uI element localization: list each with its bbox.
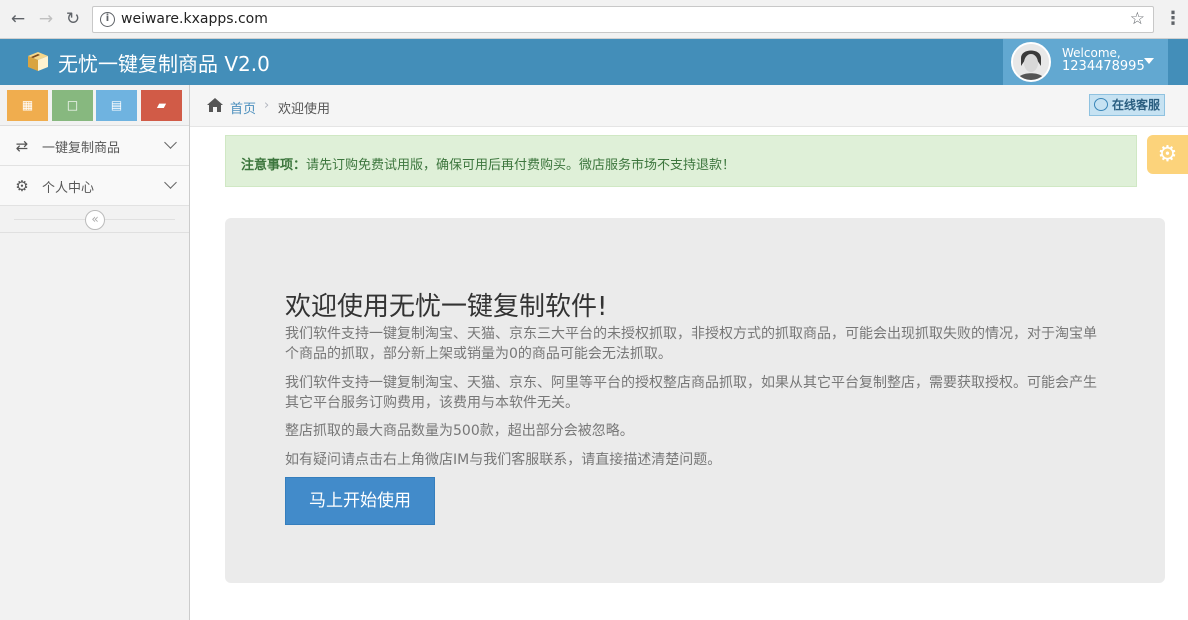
box-logo-icon: [28, 52, 48, 71]
calendar-icon[interactable]: ▦: [7, 90, 48, 121]
info-icon[interactable]: i: [100, 12, 115, 27]
book-icon[interactable]: ▰: [141, 90, 182, 121]
alert-message: 请先订购免费试用版，确保可用后再付费购买。微店服务市场不支持退款！: [306, 158, 736, 173]
welcome-paragraph: 如有疑问请点击右上角微店IM与我们客服联系，请直接描述清楚问题。: [285, 452, 722, 468]
welcome-title: 欢迎使用无忧一键复制软件!: [285, 292, 608, 322]
alert-text: 注意事项：请先订购免费试用版，确保可用后再付费购买。微店服务市场不支持退款！: [241, 154, 735, 173]
welcome-panel: 欢迎使用无忧一键复制软件! 我们软件支持一键复制淘宝、天猫、京东三大平台的未授权…: [225, 218, 1165, 583]
sidebar-item-label: 一键复制商品: [42, 141, 121, 156]
user-menu[interactable]: Welcome, 1234478995: [1003, 39, 1168, 85]
avatar: [1011, 42, 1051, 82]
sidebar-collapse-row: «: [0, 206, 189, 233]
browser-toolbar: ← → ↻ i weiware.kxapps.com ☆ ⋮: [0, 0, 1188, 39]
breadcrumb-current: 欢迎使用: [278, 102, 331, 117]
shuffle-icon: ⇄: [15, 137, 29, 155]
back-arrow-icon[interactable]: ←: [8, 9, 28, 29]
settings-gear-button[interactable]: ⚙: [1147, 135, 1188, 174]
welcome-label: Welcome,: [1062, 46, 1121, 60]
welcome-paragraph: 我们软件支持一键复制淘宝、天猫、京东、阿里等平台的授权整店商品抓取，如果从其它平…: [285, 375, 1097, 411]
forward-arrow-icon[interactable]: →: [36, 9, 56, 29]
grid-icon[interactable]: ▤: [96, 90, 137, 121]
sidebar-item-copy-products[interactable]: ⇄ 一键复制商品: [0, 126, 189, 166]
welcome-text: Welcome, 1234478995: [1062, 46, 1145, 74]
chat-icon: [1094, 98, 1108, 111]
app-header: 无忧一键复制商品 V2.0 Welcome, 1234478995: [0, 39, 1188, 85]
chevron-down-icon: [164, 136, 177, 149]
sidebar-item-personal-center[interactable]: ⚙ 个人中心: [0, 166, 189, 206]
sidebar-item-label: 个人中心: [42, 181, 95, 196]
home-icon: [207, 98, 223, 112]
user-id: 1234478995: [1062, 59, 1145, 74]
welcome-paragraph: 整店抓取的最大商品数量为500款，超出部分会被忽略。: [285, 423, 634, 439]
chevron-down-icon: [164, 176, 177, 189]
sidebar-shortcuts: ▦ □ ▤ ▰: [0, 85, 189, 126]
welcome-paragraph: 我们软件支持一键复制淘宝、天猫、京东三大平台的未授权抓取，非授权方式的抓取商品，…: [285, 326, 1097, 362]
breadcrumb-separator-icon: ›: [264, 98, 270, 113]
caret-down-icon[interactable]: [1144, 58, 1154, 64]
notice-alert: 注意事项：请先订购免费试用版，确保可用后再付费购买。微店服务市场不支持退款！: [225, 135, 1137, 187]
reload-icon[interactable]: ↻: [63, 9, 83, 29]
sidebar: ▦ □ ▤ ▰ ⇄ 一键复制商品 ⚙ 个人中心 «: [0, 85, 190, 620]
address-bar[interactable]: i weiware.kxapps.com ☆: [92, 6, 1154, 33]
url-text[interactable]: weiware.kxapps.com: [121, 11, 268, 27]
app-title: 无忧一键复制商品 V2.0: [58, 52, 270, 76]
browser-menu-icon[interactable]: ⋮: [1164, 9, 1182, 29]
breadcrumb: 首页 › 欢迎使用 在线客服: [190, 85, 1188, 127]
gear-icon: ⚙: [15, 177, 29, 195]
breadcrumb-home-link[interactable]: 首页: [230, 98, 256, 117]
start-using-button[interactable]: 马上开始使用: [285, 477, 435, 525]
alert-title: 注意事项：: [241, 158, 307, 173]
online-service-button[interactable]: 在线客服: [1089, 94, 1165, 116]
square-icon[interactable]: □: [52, 90, 93, 121]
collapse-sidebar-icon[interactable]: «: [85, 210, 105, 230]
bookmark-star-icon[interactable]: ☆: [1130, 9, 1145, 29]
online-service-label: 在线客服: [1112, 98, 1161, 112]
